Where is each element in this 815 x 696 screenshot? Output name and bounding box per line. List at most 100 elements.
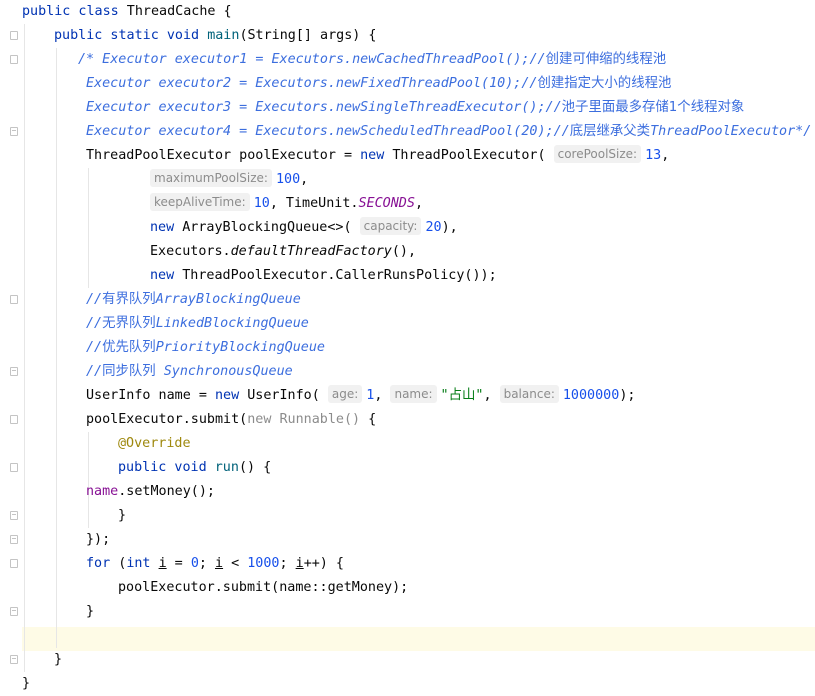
code-text: poolExecutor.submit(name::getMoney); (118, 580, 409, 595)
code-text: } (118, 508, 127, 523)
comment-text: 无界队列 (102, 316, 156, 331)
code-text: < (223, 556, 248, 571)
number-literal: 10 (253, 196, 270, 211)
code-text: = (166, 556, 191, 571)
number-literal: 1000000 (562, 388, 620, 403)
code-text: ), (441, 220, 458, 235)
indent-guide (56, 48, 57, 648)
code-line-class-declaration[interactable]: public class ThreadCache { (22, 0, 232, 24)
fold-gutter (0, 0, 22, 696)
code-text: poolExecutor.submit( (86, 412, 248, 427)
keyword: public class (22, 4, 119, 19)
fold-end-icon[interactable] (10, 535, 18, 544)
keyword: new (150, 220, 175, 235)
indent-guide (24, 24, 25, 672)
current-line-highlight (0, 627, 815, 651)
static-field: SECONDS (358, 196, 415, 211)
fold-end-icon[interactable] (10, 127, 18, 136)
parameter-hint: maximumPoolSize: (150, 169, 272, 187)
code-text: Executors. (150, 244, 231, 259)
code-text: ++) { (303, 556, 344, 571)
code-text: } (54, 652, 63, 667)
comment-text: SynchronousQueue (155, 364, 293, 379)
code-line-thread-factory[interactable]: Executors.defaultThreadFactory(), (150, 240, 416, 264)
comment-text: ThreadPoolExecutor*/ (650, 124, 812, 139)
code-text: .setMoney(); (118, 484, 215, 499)
comment-text: // (86, 364, 103, 379)
code-line-comment[interactable]: //同步队列 SynchronousQueue (86, 360, 293, 384)
fold-icon[interactable] (10, 295, 18, 304)
annotation: @Override (118, 436, 191, 451)
code-text: ThreadPoolExecutor( (384, 148, 546, 163)
comment-text: // (86, 340, 103, 355)
code-text: } (86, 604, 95, 619)
code-line-comment[interactable]: Executor executor4 = Executors.newSchedu… (86, 120, 811, 144)
comment-text: 底层继承父类 (569, 124, 651, 139)
code-line-set-money[interactable]: name.setMoney(); (86, 480, 215, 504)
fold-icon[interactable] (10, 55, 18, 64)
loop-variable: i (158, 556, 167, 571)
code-line-executor-constructor[interactable]: ThreadPoolExecutor poolExecutor = new Th… (86, 144, 669, 168)
code-editor[interactable]: public class ThreadCache { public static… (0, 0, 815, 696)
code-line-user-info[interactable]: UserInfo name = new UserInfo( age: 1, nam… (86, 384, 635, 408)
keyword: public static void (54, 28, 200, 43)
code-line-submit-runnable[interactable]: poolExecutor.submit(new Runnable() { (86, 408, 376, 432)
number-literal: 0 (190, 556, 199, 571)
code-text: , (374, 388, 383, 403)
code-line-for-loop[interactable]: for (int i = 0; i < 1000; i++) { (86, 552, 344, 576)
keyword: new (360, 148, 385, 163)
code-text: }); (86, 532, 111, 547)
comment-text: 池子里面最多存储1个线程对象 (561, 100, 745, 115)
code-line-comment[interactable]: Executor executor2 = Executors.newFixedT… (86, 72, 671, 96)
code-line-brace[interactable]: } (54, 648, 62, 672)
keyword: for (86, 556, 111, 571)
keyword: int (126, 556, 151, 571)
code-line-brace[interactable]: }); (86, 528, 110, 552)
code-line-brace[interactable]: } (118, 504, 126, 528)
comment-text: // (86, 316, 103, 331)
number-literal: 1000 (247, 556, 280, 571)
comment-text: 优先队列 (102, 340, 156, 355)
code-line-main-method[interactable]: public static void main(String[] args) { (54, 24, 377, 48)
fold-icon[interactable] (10, 31, 18, 40)
fold-end-icon[interactable] (10, 655, 18, 664)
code-line-comment[interactable]: /* Executor executor1 = Executors.newCac… (78, 48, 666, 72)
code-line-comment[interactable]: Executor executor3 = Executors.newSingle… (86, 96, 744, 120)
code-line-brace[interactable]: } (22, 672, 30, 696)
code-line-comment[interactable]: //有界队列ArrayBlockingQueue (86, 288, 301, 312)
code-text: , TimeUnit. (269, 196, 359, 211)
code-line-keep-alive[interactable]: keepAliveTime: 10, TimeUnit.SECONDS, (150, 192, 423, 216)
code-text: (), (391, 244, 417, 259)
parameter-hint: name: (390, 385, 437, 403)
code-line-max-pool[interactable]: maximumPoolSize: 100, (150, 168, 308, 192)
comment-text: Executor executor2 = Executors.newFixedT… (86, 76, 538, 91)
code-text: { (360, 412, 377, 427)
code-line-submit-method-ref[interactable]: poolExecutor.submit(name::getMoney); (118, 576, 408, 600)
code-text: () { (238, 460, 272, 475)
code-line-rejection-policy[interactable]: new ThreadPoolExecutor.CallerRunsPolicy(… (150, 264, 497, 288)
string-literal: "占山" (440, 388, 484, 403)
code-line-comment[interactable]: //优先队列PriorityBlockingQueue (86, 336, 325, 360)
method-name: run (214, 460, 239, 475)
comment-text: Executor executor3 = Executors.newSingle… (86, 100, 562, 115)
fold-end-icon[interactable] (10, 607, 18, 616)
code-text: ThreadPoolExecutor.CallerRunsPolicy()); (174, 268, 497, 283)
code-text: UserInfo( (239, 388, 320, 403)
parameter-hint: corePoolSize: (553, 145, 642, 163)
code-text: , (483, 388, 492, 403)
code-line-queue[interactable]: new ArrayBlockingQueue<>( capacity: 20), (150, 216, 458, 240)
code-line-brace[interactable]: } (86, 600, 94, 624)
fold-icon[interactable] (10, 559, 18, 568)
code-line-run-method[interactable]: public void run() { (118, 456, 271, 480)
fold-icon[interactable] (10, 463, 18, 472)
folded-anonymous-class: new Runnable() (247, 412, 361, 427)
comment-text: 同步队列 (102, 364, 156, 379)
fold-end-icon[interactable] (10, 367, 18, 376)
code-text: ; (198, 556, 215, 571)
code-line-comment[interactable]: //无界队列LinkedBlockingQueue (86, 312, 309, 336)
parameter-hint: capacity: (359, 217, 422, 235)
fold-icon[interactable] (10, 415, 18, 424)
comment-text: ArrayBlockingQueue (155, 292, 301, 307)
code-line-annotation[interactable]: @Override (118, 432, 191, 456)
fold-end-icon[interactable] (10, 511, 18, 520)
